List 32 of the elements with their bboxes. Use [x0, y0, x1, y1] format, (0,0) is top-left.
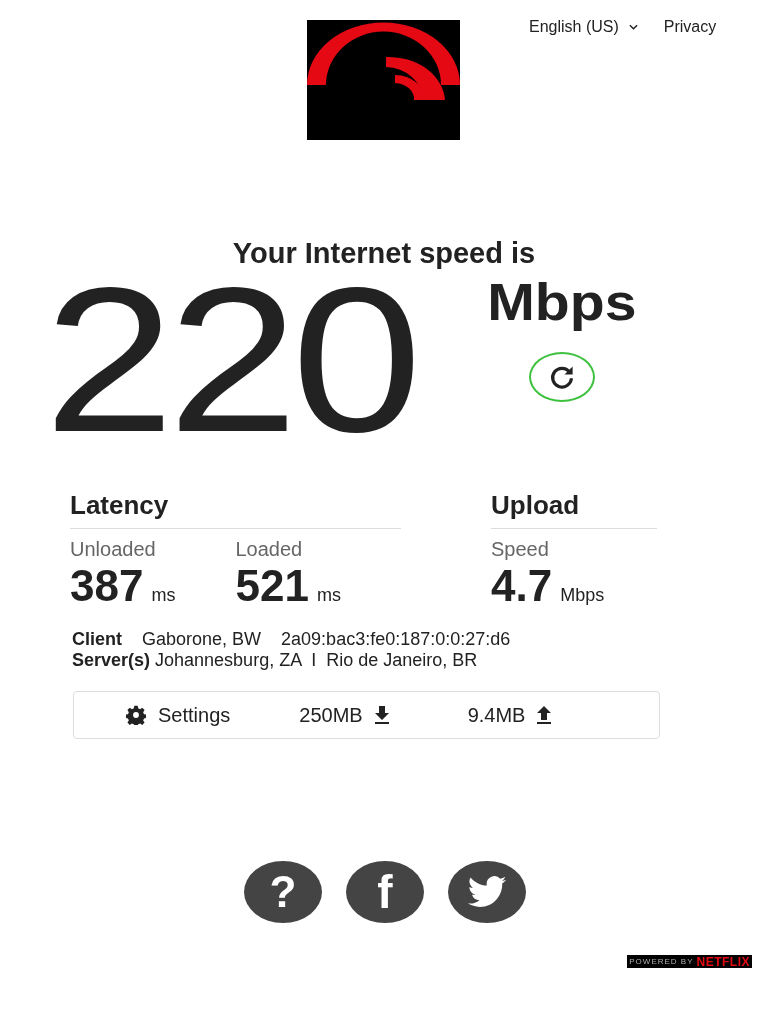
download-size: 250MB [299, 703, 363, 727]
caret-icon [628, 24, 638, 30]
speed-headline: Your Internet speed is [231, 236, 537, 270]
section-title: Latency [70, 490, 401, 529]
metric-value: 4.7 [491, 561, 553, 611]
metric-value: 387 [70, 561, 144, 611]
help-button[interactable]: ? [244, 861, 322, 923]
server-locations: Johannesburg, ZA I Rio de Janeiro, BR [155, 650, 478, 671]
client-label: Client [72, 629, 122, 650]
client-address: 2a09:bac3:fe0:187:0:0:27:d6 [281, 629, 511, 650]
metric-label: Speed [491, 538, 550, 561]
metric-label: Unloaded [70, 538, 157, 561]
servers-label: Server(s) [72, 650, 151, 671]
client-location: Gaborone, BW [142, 629, 262, 650]
section-title: Upload [491, 490, 657, 529]
bird-icon [467, 876, 507, 908]
speed-unit: Mbps [487, 272, 637, 332]
facebook-button[interactable]: f [346, 861, 424, 923]
privacy-link[interactable]: Privacy [663, 17, 717, 150]
metric-value: 521 [235, 561, 309, 611]
upload-icon [536, 706, 553, 724]
metric-unit: ms [316, 585, 341, 606]
upload-size: 9.4MB [467, 703, 526, 727]
powered-by-badge: POWERED BY NETFLIX [627, 955, 752, 968]
metric-unit: Mbps [560, 585, 605, 606]
settings-icon [126, 705, 146, 725]
metric-unit: ms [151, 585, 176, 606]
download-icon [373, 706, 390, 724]
settings-button[interactable]: Settings [126, 703, 231, 727]
language-dropdown[interactable]: English (US) [529, 17, 638, 37]
logo-icon [307, 20, 460, 140]
metric-label: Loaded [235, 538, 304, 561]
